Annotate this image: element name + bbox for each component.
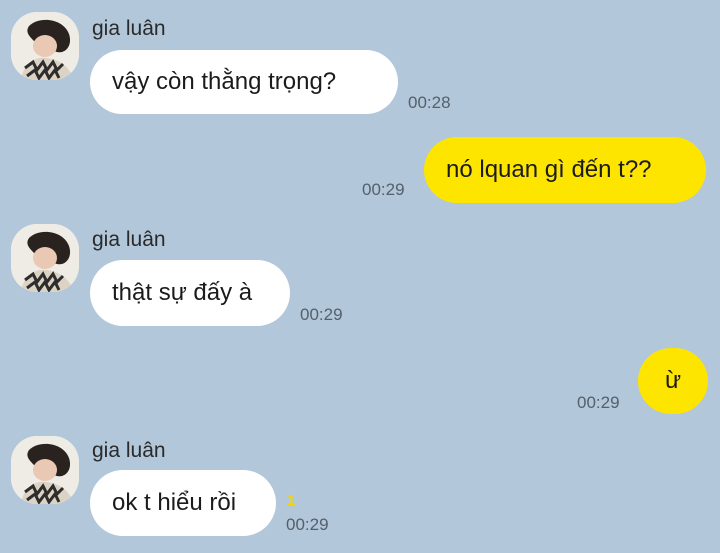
unread-count: 1 — [287, 492, 296, 509]
message-timestamp: 00:28 — [408, 93, 451, 112]
sender-name: gia luân — [92, 439, 166, 462]
message-text: vậy còn thằng trọng? — [112, 68, 337, 95]
avatar-image — [11, 12, 79, 80]
avatar-image — [11, 436, 79, 504]
message-timestamp: 00:29 — [577, 393, 620, 412]
message-bubble[interactable]: ok t hiểu rồi — [90, 470, 276, 536]
message-text: thật sự đấy à — [112, 279, 253, 306]
message-bubble[interactable]: ừ — [638, 348, 708, 414]
message-bubble[interactable]: nó lquan gì đến t?? — [424, 137, 706, 203]
avatar-image — [11, 224, 79, 292]
message-text: ok t hiểu rồi — [112, 489, 237, 516]
message-bubble[interactable]: thật sự đấy à — [90, 260, 290, 326]
message-timestamp: 00:29 — [286, 515, 329, 534]
chat-view: gia luân vậy còn thằng trọng? 00:28 00:2… — [0, 0, 720, 553]
message-text: ừ — [664, 367, 682, 394]
avatar[interactable] — [11, 224, 79, 292]
message-timestamp: 00:29 — [300, 305, 343, 324]
sender-name: gia luân — [92, 17, 166, 40]
avatar[interactable] — [11, 436, 79, 504]
message-text: nó lquan gì đến t?? — [446, 156, 652, 183]
sender-name: gia luân — [92, 228, 166, 251]
message-bubble[interactable]: vậy còn thằng trọng? — [90, 50, 398, 114]
avatar[interactable] — [11, 12, 79, 80]
message-timestamp: 00:29 — [362, 180, 405, 199]
